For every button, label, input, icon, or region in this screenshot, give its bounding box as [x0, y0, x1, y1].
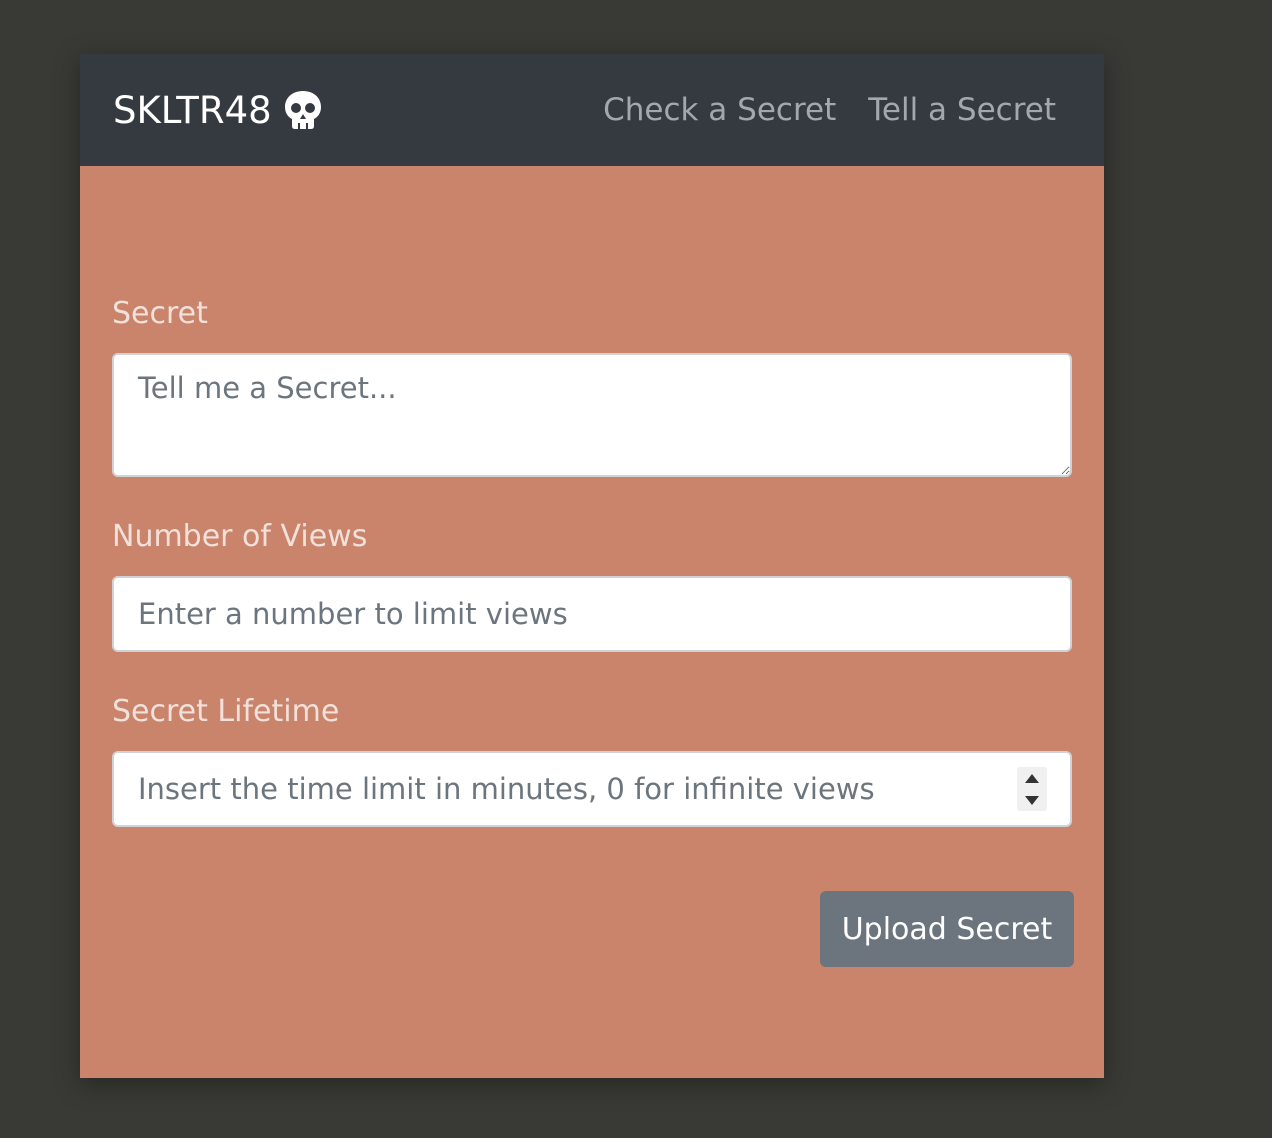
- skull-icon: [282, 89, 324, 131]
- lifetime-label: Secret Lifetime: [112, 694, 340, 729]
- brand-name: SKLTR48: [113, 88, 272, 132]
- navbar: SKLTR48 Check a Secret Tell a Secret: [80, 54, 1104, 166]
- lifetime-input[interactable]: [112, 751, 1072, 827]
- nav-link-tell-secret[interactable]: Tell a Secret: [868, 92, 1056, 128]
- lifetime-field-wrapper: [112, 751, 1072, 827]
- form-actions: Upload Secret: [112, 891, 1074, 967]
- upload-secret-button[interactable]: Upload Secret: [820, 891, 1074, 967]
- lifetime-stepper[interactable]: [1017, 767, 1047, 811]
- nav-links: Check a Secret Tell a Secret: [603, 92, 1056, 128]
- secret-textarea[interactable]: [112, 353, 1072, 477]
- nav-link-check-secret[interactable]: Check a Secret: [603, 92, 836, 128]
- main-card: SKLTR48 Check a Secret Tell a Secret Sec…: [80, 54, 1104, 1078]
- secret-form: Secret Number of Views Secret Lifetime U…: [80, 166, 1104, 967]
- stepper-up-icon[interactable]: [1025, 773, 1039, 783]
- views-input[interactable]: [112, 576, 1072, 652]
- stepper-down-icon[interactable]: [1025, 795, 1039, 805]
- brand-link[interactable]: SKLTR48: [113, 89, 324, 131]
- views-label: Number of Views: [112, 519, 368, 554]
- secret-label: Secret: [112, 296, 208, 331]
